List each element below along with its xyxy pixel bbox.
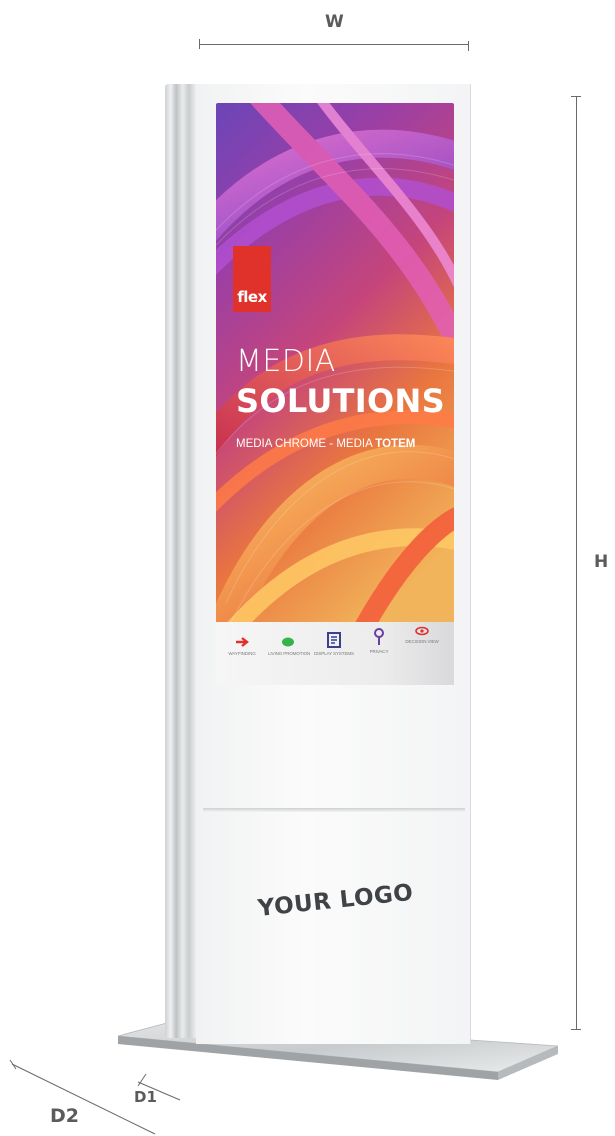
width-dimension-tick-right [468,41,469,51]
icon-bar-label: WAYFINDING [228,651,256,656]
height-dimension-tick-top [571,96,581,97]
brand-logo-text: flex [237,288,267,306]
depth1-dimension-label: D1 [134,1088,157,1106]
screen-subline: MEDIA CHROME - MEDIA TOTEM [236,438,415,450]
chat-bubble-icon [282,637,294,647]
screen-headline-line1: MEDIA [236,344,336,379]
pin-icon [374,628,384,645]
height-dimension-label: H [594,552,609,572]
totem-side-rail [165,84,197,1038]
width-dimension-tick-left [199,39,200,49]
width-dimension-line [199,44,469,45]
icon-bar-item-privacy: PRIVACY [359,628,399,654]
depth2-dimension-label: D2 [50,1105,79,1127]
height-dimension-line [576,96,577,1030]
eye-icon [415,626,429,636]
subline-separator: - MEDIA [326,438,376,450]
panel-icon [327,632,341,648]
panel-seam [203,808,465,812]
arrow-icon [236,637,249,647]
icon-bar-item-wayfinding: WAYFINDING [222,636,262,656]
icon-bar-item-living-promotion: LIVING PROMOTION [268,636,311,656]
icon-bar-label: DECISION VIEW [405,639,439,644]
icon-bar-item-display-systems: DISPLAY SYSTEMS [314,632,354,656]
subline-part2: TOTEM [375,438,416,450]
width-dimension-label: W [325,12,344,32]
icon-bar-label: LIVING PROMOTION [268,651,311,656]
icon-bar-item-decision-view: DECISION VIEW [402,626,442,644]
height-dimension-tick-bottom [571,1029,581,1030]
screen-headline-line2: SOLUTIONS [236,382,445,420]
icon-bar-label: DISPLAY SYSTEMS [314,651,354,656]
brand-logo-box: flex [233,246,271,312]
icon-bar-label: PRIVACY [369,649,389,654]
subline-part1: MEDIA CHROME [236,438,327,450]
screen-icon-bar: WAYFINDING LIVING PROMOTION DISPLAY SYST… [216,622,454,685]
